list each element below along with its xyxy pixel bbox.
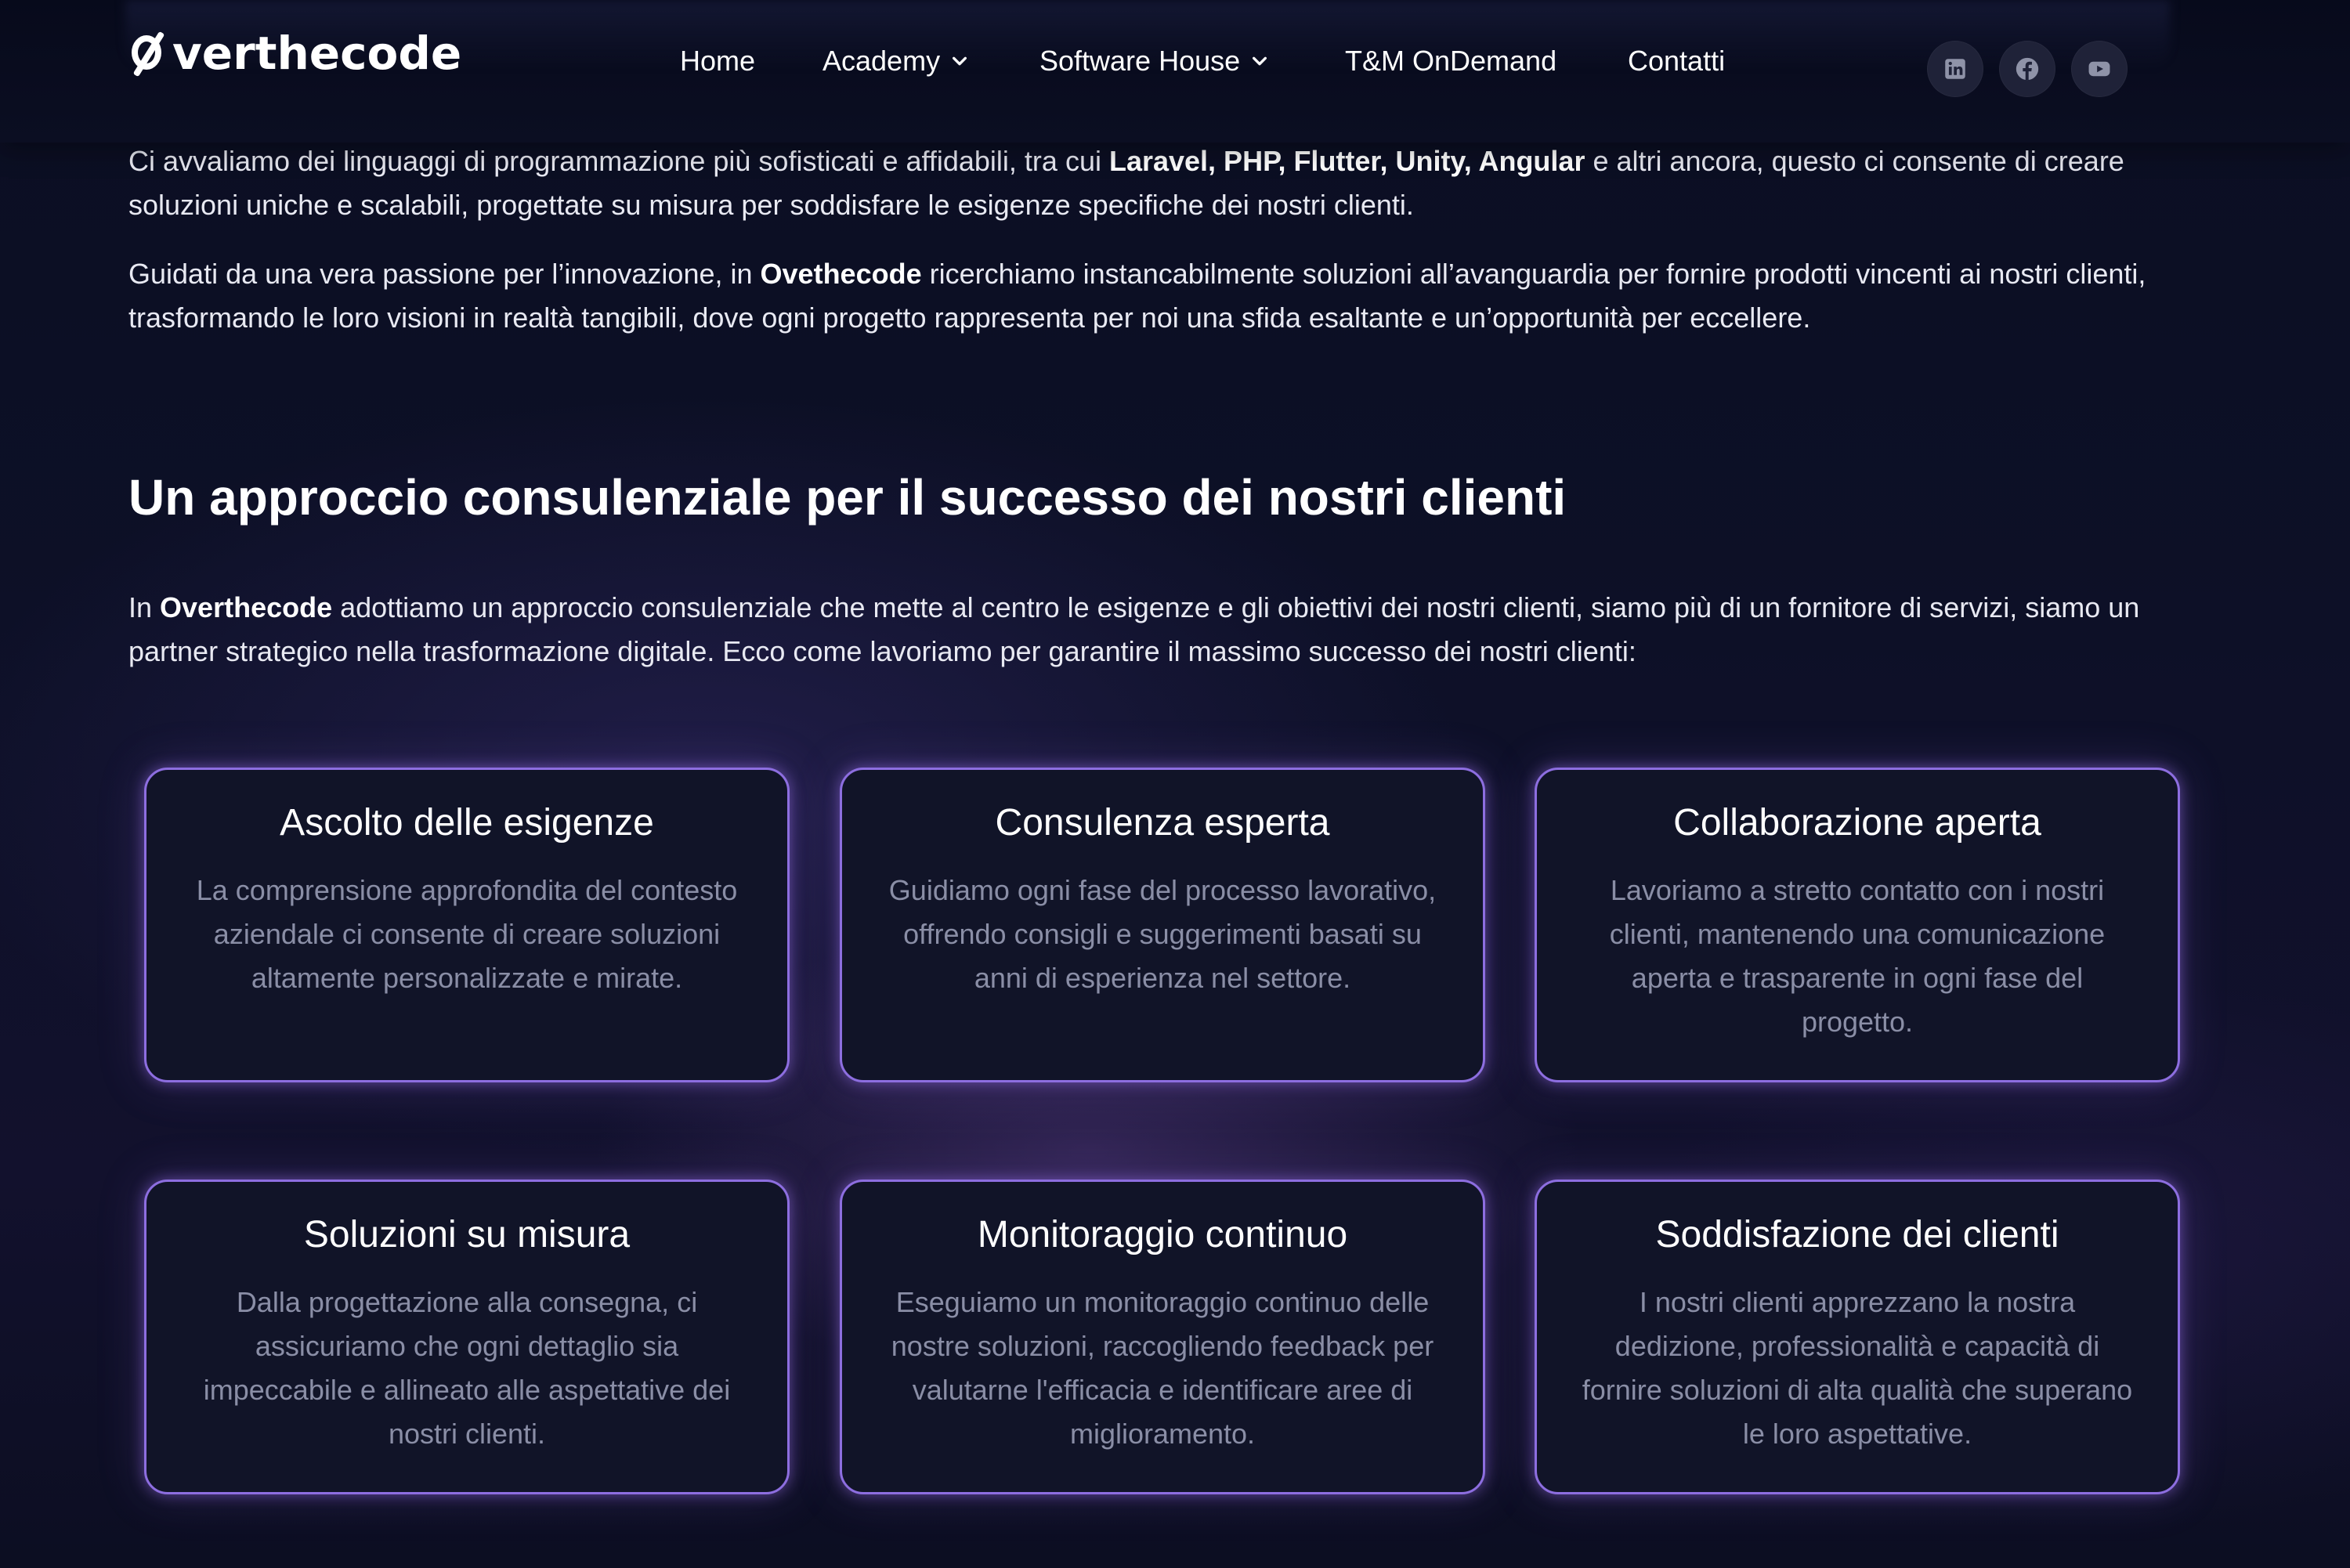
nav-home[interactable]: Home xyxy=(680,38,755,85)
consulting-paragraph: In Overthecode adottiamo un approccio co… xyxy=(128,591,2140,667)
linkedin-icon xyxy=(1945,59,1965,79)
youtube-icon xyxy=(2088,61,2110,77)
card-text: Eseguiamo un monitoraggio continuo delle… xyxy=(891,1286,1434,1450)
approach-cards: Ascolto delle esigenze La comprensione a… xyxy=(144,768,2181,1496)
card-text: I nostri clienti apprezzano la nostra de… xyxy=(1582,1286,2133,1450)
card-title: Collaborazione aperta xyxy=(1673,802,2041,844)
card-text: Dalla progettazione alla consegna, ci as… xyxy=(203,1286,731,1450)
nav-tm-ondemand-label: T&M OnDemand xyxy=(1345,45,1557,77)
logo-text: verthecode xyxy=(172,27,462,80)
card-soluzioni-su-misura: Soluzioni su misura Dalla progettazione … xyxy=(144,1180,790,1494)
card-text: Lavoriamo a stretto contatto con i nostr… xyxy=(1609,874,2106,1038)
card-title: Ascolto delle esigenze xyxy=(280,802,654,844)
card-title: Soddisfazione dei clienti xyxy=(1655,1214,2059,1255)
logo[interactable]: verthecode xyxy=(130,25,461,81)
chevron-down-icon xyxy=(1253,56,1267,66)
card-ascolto-esigenze: Ascolto delle esigenze La comprensione a… xyxy=(144,768,790,1082)
chevron-down-icon xyxy=(953,56,967,66)
nav-software-house[interactable]: Software House xyxy=(1039,38,1268,85)
card-consulenza-esperta: Consulenza esperta Guidiamo ogni fase de… xyxy=(840,768,1485,1082)
nav-contatti-label: Contatti xyxy=(1628,45,1726,77)
facebook-icon xyxy=(2016,57,2039,81)
nav-home-label: Home xyxy=(680,45,756,77)
card-text: La comprensione approfondita del contest… xyxy=(196,874,738,994)
intro-paragraph-innovation: Guidati da una vera passione per l’innov… xyxy=(128,258,2146,334)
nav-academy[interactable]: Academy xyxy=(822,38,968,85)
youtube-button[interactable] xyxy=(2071,41,2128,97)
nav-software-house-label: Software House xyxy=(1039,45,1241,77)
card-monitoraggio-continuo: Monitoraggio continuo Eseguiamo un monit… xyxy=(840,1180,1485,1494)
nav-academy-label: Academy xyxy=(822,45,941,77)
card-title: Soluzioni su misura xyxy=(303,1214,631,1255)
intro-paragraph-languages: Ci avvaliamo dei linguaggi di programmaz… xyxy=(128,145,2124,221)
brand-highlight: Ovethecode xyxy=(760,258,922,290)
nav-tm-ondemand[interactable]: T&M OnDemand xyxy=(1345,38,1556,85)
languages-highlight: Laravel, PHP, Flutter, Unity, Angular xyxy=(1108,145,1585,177)
section-title: Un approccio consulenziale per il succes… xyxy=(128,469,1567,526)
card-soddisfazione-clienti: Soddisfazione dei clienti I nostri clien… xyxy=(1535,1180,2180,1494)
logo-mark-icon xyxy=(130,31,171,78)
card-collaborazione-aperta: Collaborazione aperta Lavoriamo a strett… xyxy=(1535,768,2180,1082)
brand-highlight: Overthecode xyxy=(160,591,333,623)
linkedin-button[interactable] xyxy=(1927,41,1983,97)
card-title: Consulenza esperta xyxy=(995,802,1330,844)
card-text: Guidiamo ogni fase del processo lavorati… xyxy=(888,874,1437,994)
card-title: Monitoraggio continuo xyxy=(977,1214,1348,1255)
facebook-button[interactable] xyxy=(1999,41,2055,97)
nav-contatti[interactable]: Contatti xyxy=(1628,38,1725,85)
site-header: verthecode Home Academy Software House T… xyxy=(0,0,2350,143)
